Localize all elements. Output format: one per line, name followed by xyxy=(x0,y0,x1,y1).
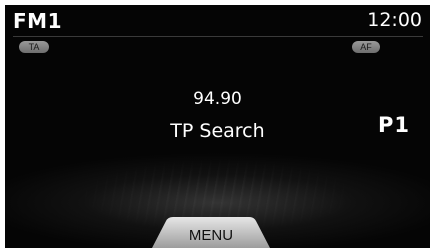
ta-indicator: TA xyxy=(19,41,49,53)
preset-indicator: P1 xyxy=(378,113,411,137)
af-indicator: AF xyxy=(352,41,380,53)
radio-screen: FM1 12:00 TA AF 94.90 TP Search P1 MENU xyxy=(5,5,430,248)
frequency-display: 94.90 xyxy=(193,89,242,109)
band-label: FM1 xyxy=(13,9,62,33)
clock: 12:00 xyxy=(367,9,422,31)
header-divider xyxy=(13,36,423,37)
menu-label: MENU xyxy=(188,227,234,244)
menu-button[interactable]: MENU xyxy=(152,217,270,248)
tp-search-status: TP Search xyxy=(170,120,265,142)
